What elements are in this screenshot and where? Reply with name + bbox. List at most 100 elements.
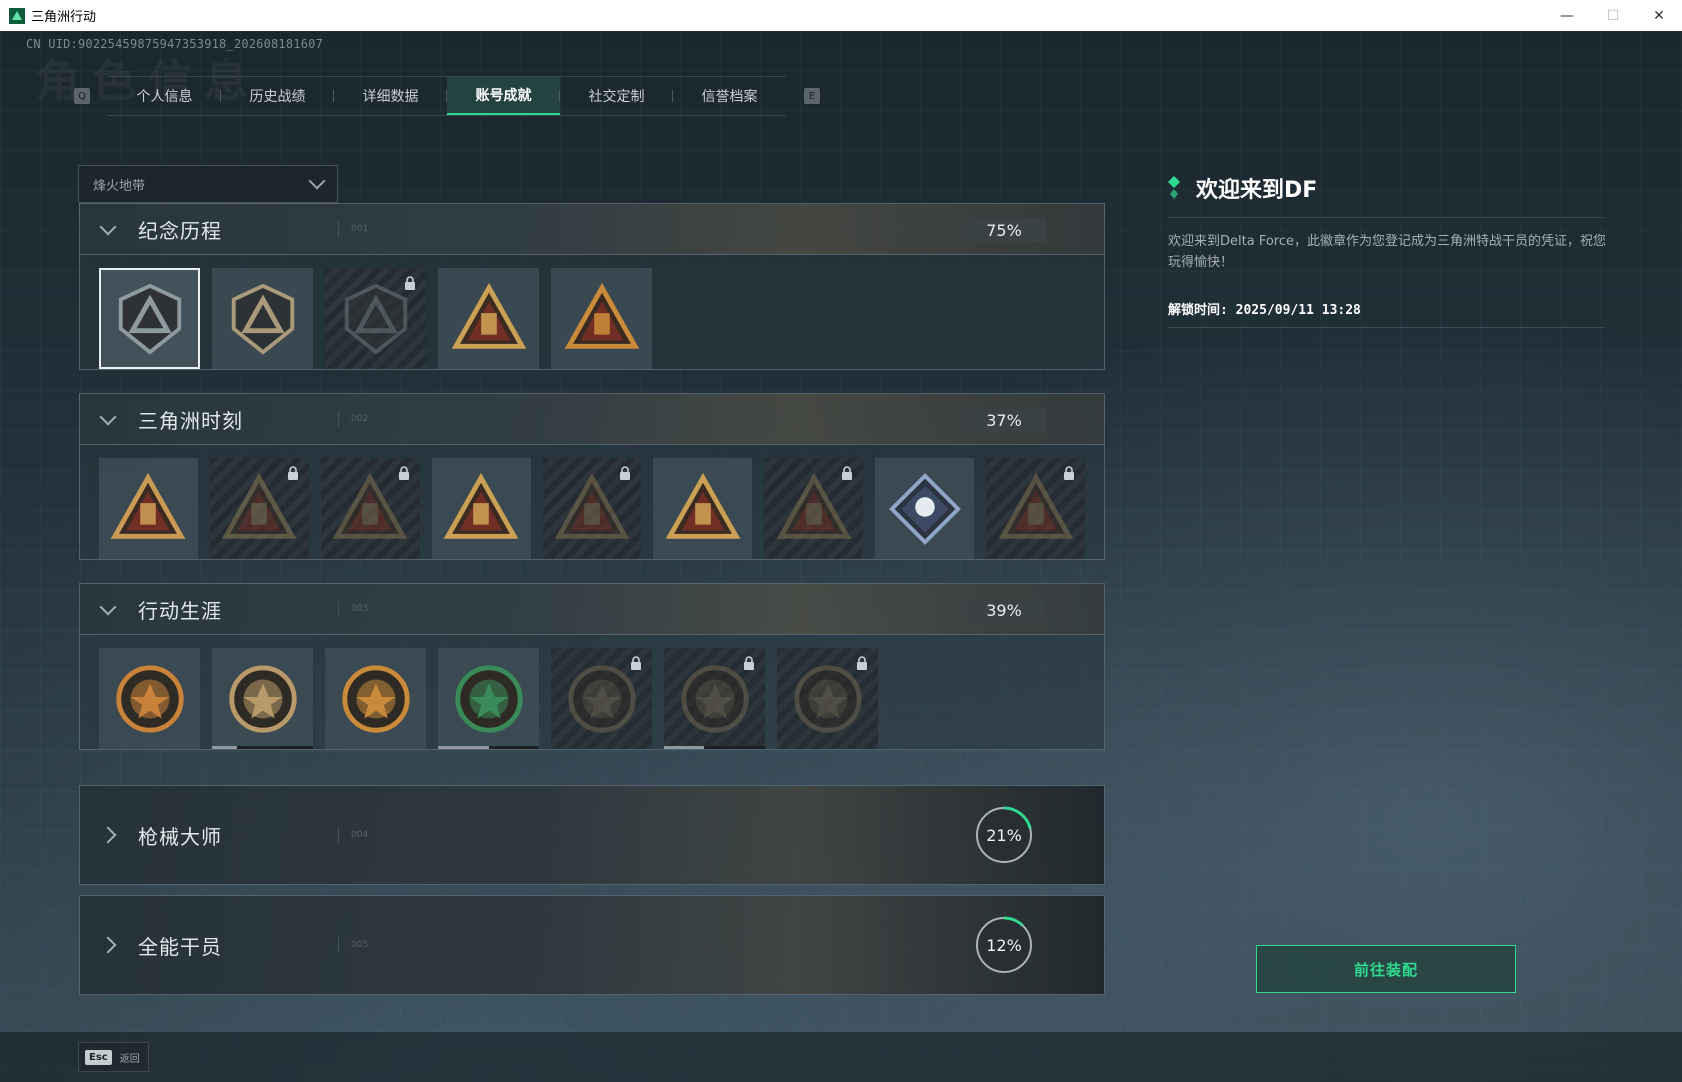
- tab-achievements[interactable]: 账号成就: [447, 77, 560, 115]
- esc-key-hint: Esc: [85, 1049, 112, 1065]
- badge-progress-bar: [212, 746, 313, 749]
- section-title: 全能干员: [138, 934, 222, 959]
- badge-tile[interactable]: [664, 648, 765, 749]
- rocket-triangle-icon: [665, 472, 741, 539]
- tab-personal-info[interactable]: 个人信息: [108, 77, 221, 115]
- badge-tile[interactable]: [777, 648, 878, 749]
- section-number: 001: [338, 221, 368, 237]
- section-title: 纪念历程: [138, 218, 222, 243]
- chevron-down-icon: [99, 598, 117, 615]
- section-weapon-master: 枪械大师 004 21%: [79, 785, 1105, 885]
- section-percent: 12%: [986, 935, 1022, 955]
- close-button[interactable]: ✕: [1636, 0, 1682, 31]
- section-career: 行动生涯 003 39%: [79, 583, 1105, 750]
- bottom-bar: [0, 1032, 1682, 1082]
- badge-row: [80, 635, 1104, 749]
- back-label: 返回: [119, 1053, 140, 1065]
- eye-medal-icon: [793, 664, 862, 733]
- badge-tile[interactable]: [438, 268, 539, 369]
- lock-icon: [744, 656, 754, 670]
- bullet-medal-icon: [567, 664, 636, 733]
- badge-tile[interactable]: [551, 268, 652, 369]
- badge-tile[interactable]: [542, 458, 642, 559]
- bronze-shield-medal-icon: [228, 664, 297, 733]
- lock-icon: [857, 656, 867, 670]
- badge-progress-fill: [212, 746, 238, 749]
- badge-tile[interactable]: [209, 458, 309, 559]
- badge-tile[interactable]: [325, 648, 426, 749]
- badge-detail-title: 欢迎来到DF: [1168, 172, 1317, 204]
- section-header-all-round-operator[interactable]: 全能干员 005 12%: [80, 896, 1104, 994]
- lock-icon: [631, 656, 641, 670]
- next-tab-key-hint[interactable]: E: [804, 88, 820, 104]
- lock-icon: [620, 466, 631, 480]
- section-header-memorial[interactable]: 纪念历程 001 75%: [80, 204, 1104, 255]
- window-title: 三角洲行动: [31, 10, 97, 25]
- number-one-triangle-icon: [564, 282, 639, 349]
- badge-tile[interactable]: [320, 458, 420, 559]
- section-memorial: 纪念历程 001 75%: [79, 203, 1105, 370]
- hex-shield-icon: [344, 283, 407, 355]
- badge-tile[interactable]: [551, 648, 652, 749]
- badge-tile[interactable]: [212, 648, 313, 749]
- lock-icon: [405, 276, 415, 290]
- divider: [1168, 217, 1604, 218]
- soldier-triangle-icon: [221, 472, 297, 539]
- badge-unlock-time: 解锁时间: 2025/09/11 13:28: [1168, 303, 1361, 318]
- badge-progress-fill: [438, 746, 489, 749]
- chevron-right-icon: [99, 936, 117, 954]
- section-percent: 75%: [962, 218, 1046, 242]
- skull-medal-icon: [680, 664, 749, 733]
- beast-triangle-icon: [554, 472, 630, 539]
- section-moments: 三角洲时刻 002 37%: [79, 393, 1105, 560]
- badge-tile[interactable]: [764, 458, 864, 559]
- star-medal-icon: [115, 664, 184, 733]
- badge-tile[interactable]: [438, 648, 539, 749]
- badge-tile[interactable]: [99, 458, 198, 559]
- badge-tile[interactable]: [875, 458, 975, 559]
- diamond-marker-icon: [1168, 176, 1180, 199]
- progress-ring: 21%: [974, 805, 1034, 865]
- badge-tile[interactable]: [986, 458, 1086, 559]
- back-button[interactable]: Esc 返回: [78, 1042, 149, 1072]
- green-shield-medal-icon: [454, 664, 523, 733]
- section-number: 003: [338, 601, 368, 617]
- snake-triangle-icon: [776, 472, 852, 539]
- section-header-career[interactable]: 行动生涯 003 39%: [80, 584, 1104, 635]
- chevron-down-icon: [99, 408, 117, 425]
- section-number: 005: [338, 937, 368, 953]
- tab-detailed-data[interactable]: 详细数据: [334, 77, 447, 115]
- tab-social-customization[interactable]: 社交定制: [560, 77, 673, 115]
- badge-tile[interactable]: [99, 648, 200, 749]
- badge-progress-fill: [664, 746, 705, 749]
- tab-bar: Q 个人信息 历史战绩 详细数据 账号成就 社交定制 信誉档案 E: [74, 76, 820, 116]
- lock-icon: [287, 466, 298, 480]
- badge-row: [80, 445, 1104, 559]
- badge-tile[interactable]: [431, 458, 531, 559]
- chevron-down-icon: [308, 172, 326, 190]
- lock-icon: [1064, 466, 1075, 480]
- section-header-weapon-master[interactable]: 枪械大师 004 21%: [80, 786, 1104, 884]
- prev-tab-key-hint[interactable]: Q: [74, 88, 90, 104]
- minimize-button[interactable]: —: [1544, 0, 1590, 31]
- rose-diamond-icon: [888, 472, 961, 545]
- section-percent: 39%: [962, 598, 1046, 622]
- window-title-bar: 三角洲行动 — ☐ ✕: [0, 0, 1682, 32]
- lock-icon: [842, 466, 853, 480]
- maximize-button[interactable]: ☐: [1590, 0, 1636, 31]
- mode-dropdown-value: 烽火地带: [93, 178, 146, 194]
- badge-tile[interactable]: [653, 458, 753, 559]
- badge-tile[interactable]: [99, 268, 200, 369]
- mode-dropdown[interactable]: 烽火地带: [78, 165, 338, 203]
- tab-match-history[interactable]: 历史战绩: [221, 77, 334, 115]
- badge-row: [80, 255, 1104, 369]
- badge-tile[interactable]: [212, 268, 313, 369]
- badge-tile[interactable]: [325, 268, 426, 369]
- badge-progress-bar: [664, 746, 765, 749]
- tab-credit-record[interactable]: 信誉档案: [673, 77, 786, 115]
- go-equip-button[interactable]: 前往装配: [1256, 945, 1516, 993]
- section-header-moments[interactable]: 三角洲时刻 002 37%: [80, 394, 1104, 445]
- game-viewport: 角色信息 CN UID:9022545987594735391​8_202608…: [0, 31, 1682, 1082]
- helmet-triangle-icon: [451, 282, 526, 349]
- section-number: 002: [338, 411, 368, 427]
